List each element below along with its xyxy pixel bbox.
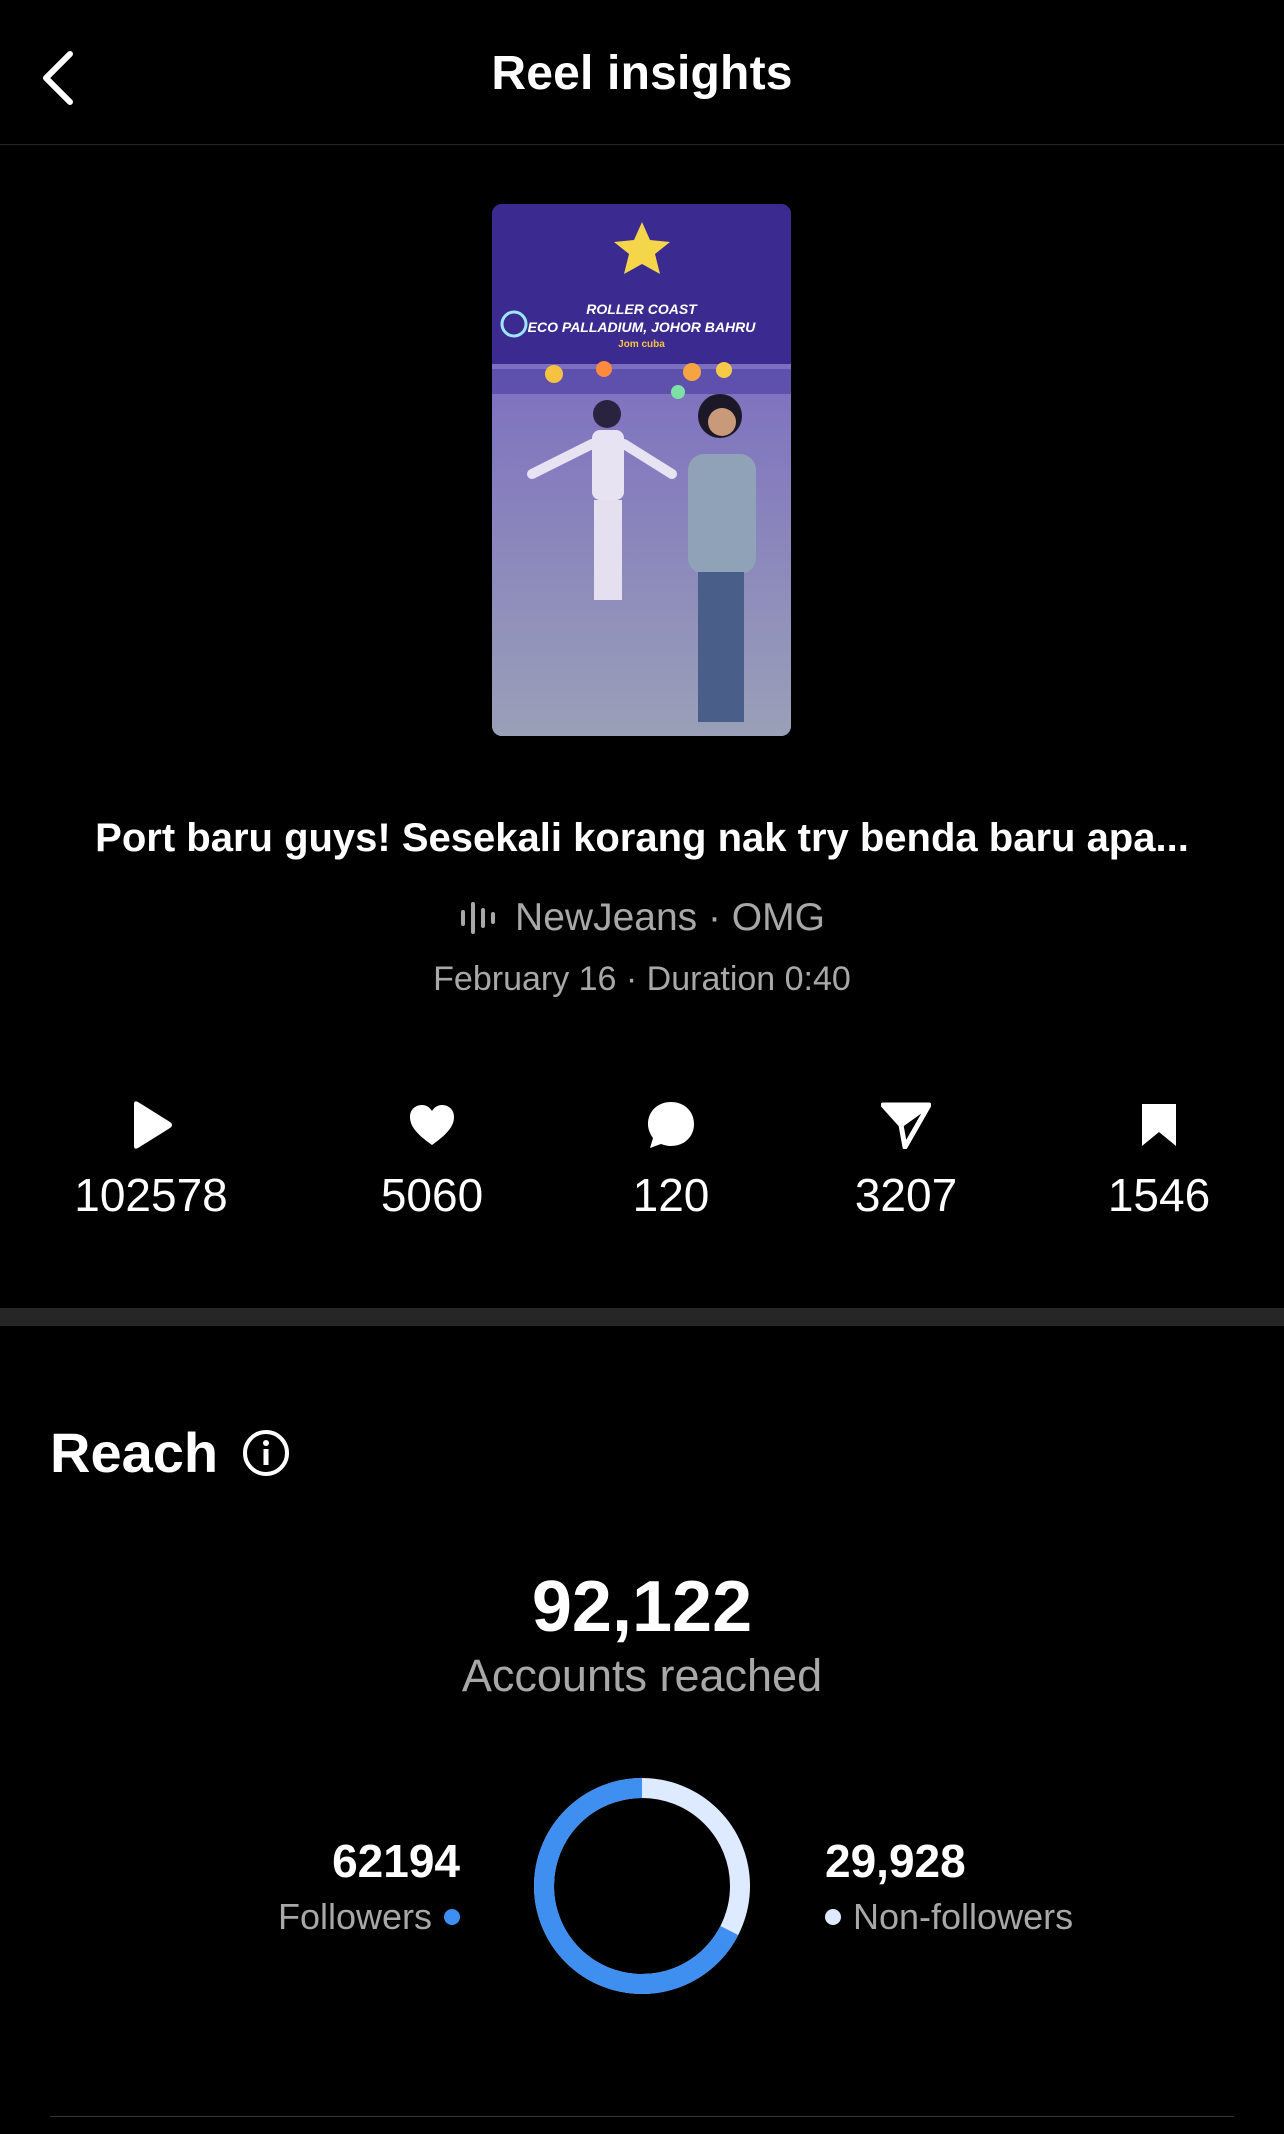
non-followers-dot	[825, 1909, 841, 1925]
heart-icon	[410, 1105, 454, 1145]
likes-count: 5060	[380, 1169, 484, 1221]
accounts-reached-value: 92,122	[531, 1567, 753, 1647]
play-icon	[134, 1101, 172, 1149]
followers-dot	[444, 1909, 460, 1925]
thumbnail-text: ROLLER COAST ECO PALLADIUM, JOHOR BAHRU …	[527, 301, 756, 350]
stat-likes: 5060	[312, 1100, 552, 1222]
page-title: Reel insights	[491, 47, 793, 100]
plays-count: 102578	[74, 1169, 228, 1221]
non-followers-label: Non-followers	[853, 1896, 1074, 1937]
reach-heading: Reach	[50, 1420, 290, 1485]
thumbnail-image	[492, 204, 791, 736]
followers-label: Followers	[277, 1896, 432, 1937]
audio-waveform-icon	[461, 902, 496, 934]
stat-plays: 102578	[31, 1100, 271, 1222]
non-followers-legend: 29,928 Non-followers	[825, 1834, 1073, 1938]
bookmark-icon	[1142, 1104, 1176, 1146]
header: Reel insights	[0, 0, 1284, 145]
share-icon	[881, 1102, 931, 1149]
comments-count: 120	[632, 1169, 710, 1221]
audio-label: NewJeans · OMG	[515, 896, 825, 939]
reel-thumbnail[interactable]: ROLLER COAST ECO PALLADIUM, JOHOR BAHRU …	[492, 204, 791, 736]
audio-info[interactable]: NewJeans · OMG	[0, 896, 1284, 940]
stat-comments: 120	[551, 1100, 791, 1222]
stat-shares: 3207	[786, 1100, 1026, 1222]
reach-donut-chart	[534, 1778, 750, 1994]
reel-caption: Port baru guys! Sesekali korang nak try …	[95, 816, 1189, 860]
info-icon	[243, 1429, 290, 1476]
shares-count: 3207	[854, 1169, 958, 1221]
reel-meta: February 16 · Duration 0:40	[433, 960, 851, 998]
saves-count: 1546	[1107, 1169, 1211, 1221]
reach-title: Reach	[50, 1421, 219, 1484]
stat-saves: 1546	[1039, 1100, 1279, 1222]
info-button[interactable]	[242, 1429, 290, 1477]
bottom-divider	[50, 2116, 1234, 2117]
section-divider	[0, 1308, 1284, 1326]
followers-legend: 62194 Followers	[278, 1834, 460, 1938]
comment-icon	[648, 1102, 694, 1148]
accounts-reached-label: Accounts reached	[461, 1650, 823, 1701]
non-followers-value: 29,928	[825, 1835, 966, 1887]
followers-value: 62194	[332, 1835, 460, 1887]
